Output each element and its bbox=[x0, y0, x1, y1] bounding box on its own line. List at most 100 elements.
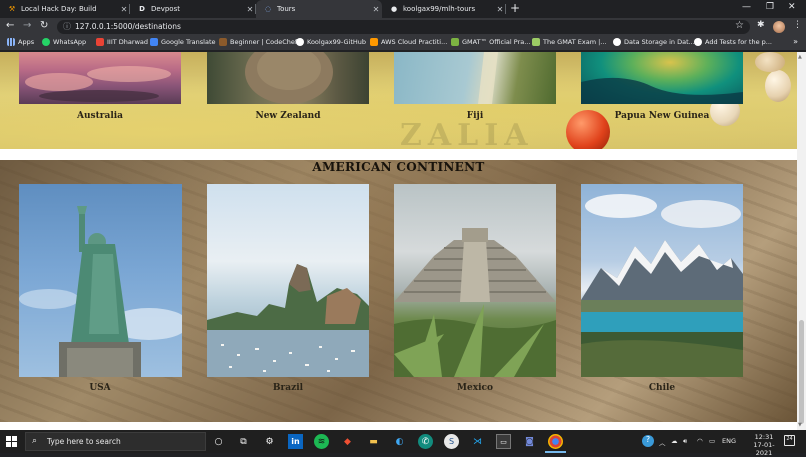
bookmark-gmat-official[interactable]: GMAT™ Official Pra... bbox=[451, 38, 530, 46]
mexico-photo[interactable] bbox=[394, 184, 556, 377]
back-arrow-icon[interactable]: ← bbox=[6, 20, 14, 31]
show-hidden-icons-chevron-icon[interactable]: ︿ bbox=[659, 437, 666, 447]
devpost-icon: D bbox=[139, 5, 145, 13]
destination-name-fiji: Fiji bbox=[466, 111, 484, 121]
bookmark-gmat-exam[interactable]: The GMAT Exam |... bbox=[532, 38, 607, 46]
scrollbar-thumb[interactable] bbox=[799, 320, 804, 424]
tab-mlh-tours-repo[interactable]: ● koolgax99/mlh-tours ✕ bbox=[382, 0, 506, 18]
bookmark-koolgax99-github[interactable]: Koolgax99-GitHub bbox=[296, 38, 366, 46]
new-tab-button[interactable]: + bbox=[510, 1, 520, 15]
minimize-window-icon[interactable]: — bbox=[742, 2, 751, 12]
bookmark-data-storage[interactable]: Data Storage in Dat... bbox=[613, 38, 695, 46]
file-explorer-icon[interactable]: ▬ bbox=[366, 434, 381, 449]
restore-window-icon[interactable]: ❐ bbox=[766, 2, 774, 12]
task-view-icon[interactable]: ⧉ bbox=[236, 434, 251, 449]
destination-name-usa: USA bbox=[89, 383, 111, 393]
reef-island-shape bbox=[581, 77, 743, 104]
australia-photo[interactable] bbox=[19, 52, 181, 104]
browser-tab-strip: ⚒ Local Hack Day: Build ✕ D Devpost ✕ ◌ … bbox=[0, 0, 806, 18]
extensions-puzzle-icon[interactable]: ✱ bbox=[757, 20, 765, 30]
coastline-shape bbox=[478, 52, 498, 104]
spotify-icon[interactable]: ≋ bbox=[314, 434, 329, 449]
search-icon: ⌕ bbox=[32, 436, 38, 446]
cortana-icon[interactable]: ○ bbox=[211, 434, 226, 449]
tab-devpost[interactable]: D Devpost ✕ bbox=[130, 0, 256, 18]
papua-new-guinea-photo[interactable] bbox=[581, 52, 743, 104]
new-zealand-photo[interactable] bbox=[207, 52, 369, 104]
terminal-icon[interactable]: ▭ bbox=[496, 434, 511, 449]
settings-icon[interactable]: ⚙ bbox=[262, 434, 277, 449]
url-text[interactable]: 127.0.0.1:5000/destinations bbox=[75, 22, 181, 31]
close-tab-icon[interactable]: ✕ bbox=[370, 5, 382, 14]
scroll-up-arrow-icon[interactable]: ▲ bbox=[798, 54, 802, 60]
bookmark-star-icon[interactable]: ☆ bbox=[735, 20, 744, 31]
windows-taskbar: ⌕ Type here to search ○ ⧉ ⚙ in ≋ ◆ ▬ ◐ ✆… bbox=[0, 430, 806, 457]
more-bookmarks-icon[interactable]: » bbox=[793, 37, 798, 46]
tab-tours[interactable]: ◌ Tours ✕ bbox=[256, 0, 382, 18]
profile-avatar[interactable] bbox=[773, 21, 785, 33]
github-icon bbox=[296, 38, 304, 46]
page-scrollbar[interactable]: ▲ ▼ bbox=[797, 52, 806, 430]
bookmark-codechef[interactable]: Beginner | CodeChef bbox=[219, 38, 297, 46]
volume-icon[interactable]: 🔊︎ bbox=[683, 437, 687, 446]
destination-name-chile: Chile bbox=[648, 383, 676, 393]
usa-photo[interactable] bbox=[19, 184, 182, 377]
bookmark-aws-cloud[interactable]: AWS Cloud Practiti... bbox=[370, 38, 447, 46]
clock-date: 17-01-2021 bbox=[753, 441, 775, 457]
oceania-section: ZALIA Australia New Zealand Fiji Papua N… bbox=[0, 52, 797, 154]
help-icon[interactable]: ? bbox=[642, 435, 654, 447]
edge-icon[interactable]: ◐ bbox=[392, 434, 407, 449]
decorative-ball bbox=[765, 70, 791, 102]
discord-icon[interactable]: ◙ bbox=[522, 434, 537, 449]
translate-icon bbox=[150, 38, 158, 46]
bookmark-apps[interactable]: Apps bbox=[7, 38, 34, 46]
taskbar-search-box[interactable]: ⌕ Type here to search bbox=[25, 432, 206, 451]
section-divider bbox=[0, 149, 797, 160]
fiji-photo[interactable] bbox=[394, 52, 556, 104]
bookmark-whatsapp[interactable]: WhatsApp bbox=[42, 38, 86, 46]
reload-icon[interactable]: ↻ bbox=[40, 20, 48, 31]
tab-local-hack-day[interactable]: ⚒ Local Hack Day: Build ✕ bbox=[0, 0, 130, 18]
bookmark-add-tests[interactable]: Add Tests for the p... bbox=[694, 38, 772, 46]
chile-photo[interactable] bbox=[581, 184, 743, 377]
chrome-menu-icon[interactable]: ⋮ bbox=[793, 20, 802, 30]
american-continent-section: AMERICAN CONTINENT USA Brazil Mexico Chi… bbox=[0, 160, 797, 422]
gmail-icon bbox=[96, 38, 104, 46]
wifi-icon[interactable]: ◠ bbox=[697, 437, 703, 445]
chrome-icon[interactable] bbox=[548, 434, 563, 449]
brazil-photo[interactable] bbox=[207, 184, 369, 377]
hammer-icon: ⚒ bbox=[8, 5, 16, 13]
bookmark-iiit-dharwad[interactable]: IIIT Dharwad bbox=[96, 38, 148, 46]
kiwi-bird-shape bbox=[245, 52, 333, 104]
linkedin-icon[interactable]: in bbox=[288, 434, 303, 449]
destination-name-australia: Australia bbox=[77, 111, 123, 121]
github-icon bbox=[613, 38, 621, 46]
taskbar-clock[interactable]: 12:31 17-01-2021 bbox=[749, 433, 779, 457]
close-tab-icon[interactable]: ✕ bbox=[244, 5, 256, 14]
vscode-icon[interactable]: ⋊ bbox=[470, 434, 485, 449]
battery-icon[interactable]: ▭ bbox=[709, 437, 715, 445]
close-tab-icon[interactable]: ✕ bbox=[494, 5, 506, 14]
gmat-icon bbox=[532, 38, 540, 46]
clock-time: 12:31 bbox=[754, 433, 774, 441]
address-bar[interactable]: ⓘ 127.0.0.1:5000/destinations ☆ bbox=[57, 20, 750, 34]
forward-arrow-icon[interactable]: → bbox=[23, 20, 31, 31]
scroll-down-arrow-icon[interactable]: ▼ bbox=[798, 422, 802, 428]
close-tab-icon[interactable]: ✕ bbox=[118, 5, 130, 14]
sugarloaf-mountain-shape bbox=[207, 264, 369, 377]
background-map-decoration: ZALIA bbox=[400, 118, 534, 153]
git-icon[interactable]: ◆ bbox=[340, 434, 355, 449]
onedrive-cloud-icon[interactable]: ☁ bbox=[671, 437, 678, 445]
gmat-icon bbox=[451, 38, 459, 46]
action-center-notification-icon[interactable]: 24 bbox=[784, 435, 795, 446]
whatsapp-icon[interactable]: ✆ bbox=[418, 434, 433, 449]
bookmark-google-translate[interactable]: Google Translate bbox=[150, 38, 216, 46]
close-window-icon[interactable]: ✕ bbox=[788, 2, 796, 12]
github-icon bbox=[694, 38, 702, 46]
cloud-shapes bbox=[25, 66, 171, 102]
site-info-icon[interactable]: ⓘ bbox=[63, 21, 71, 32]
language-indicator[interactable]: ENG bbox=[722, 437, 736, 445]
windows-start-button[interactable] bbox=[6, 436, 17, 447]
simplenote-icon[interactable]: S bbox=[444, 434, 459, 449]
aws-icon bbox=[370, 38, 378, 46]
